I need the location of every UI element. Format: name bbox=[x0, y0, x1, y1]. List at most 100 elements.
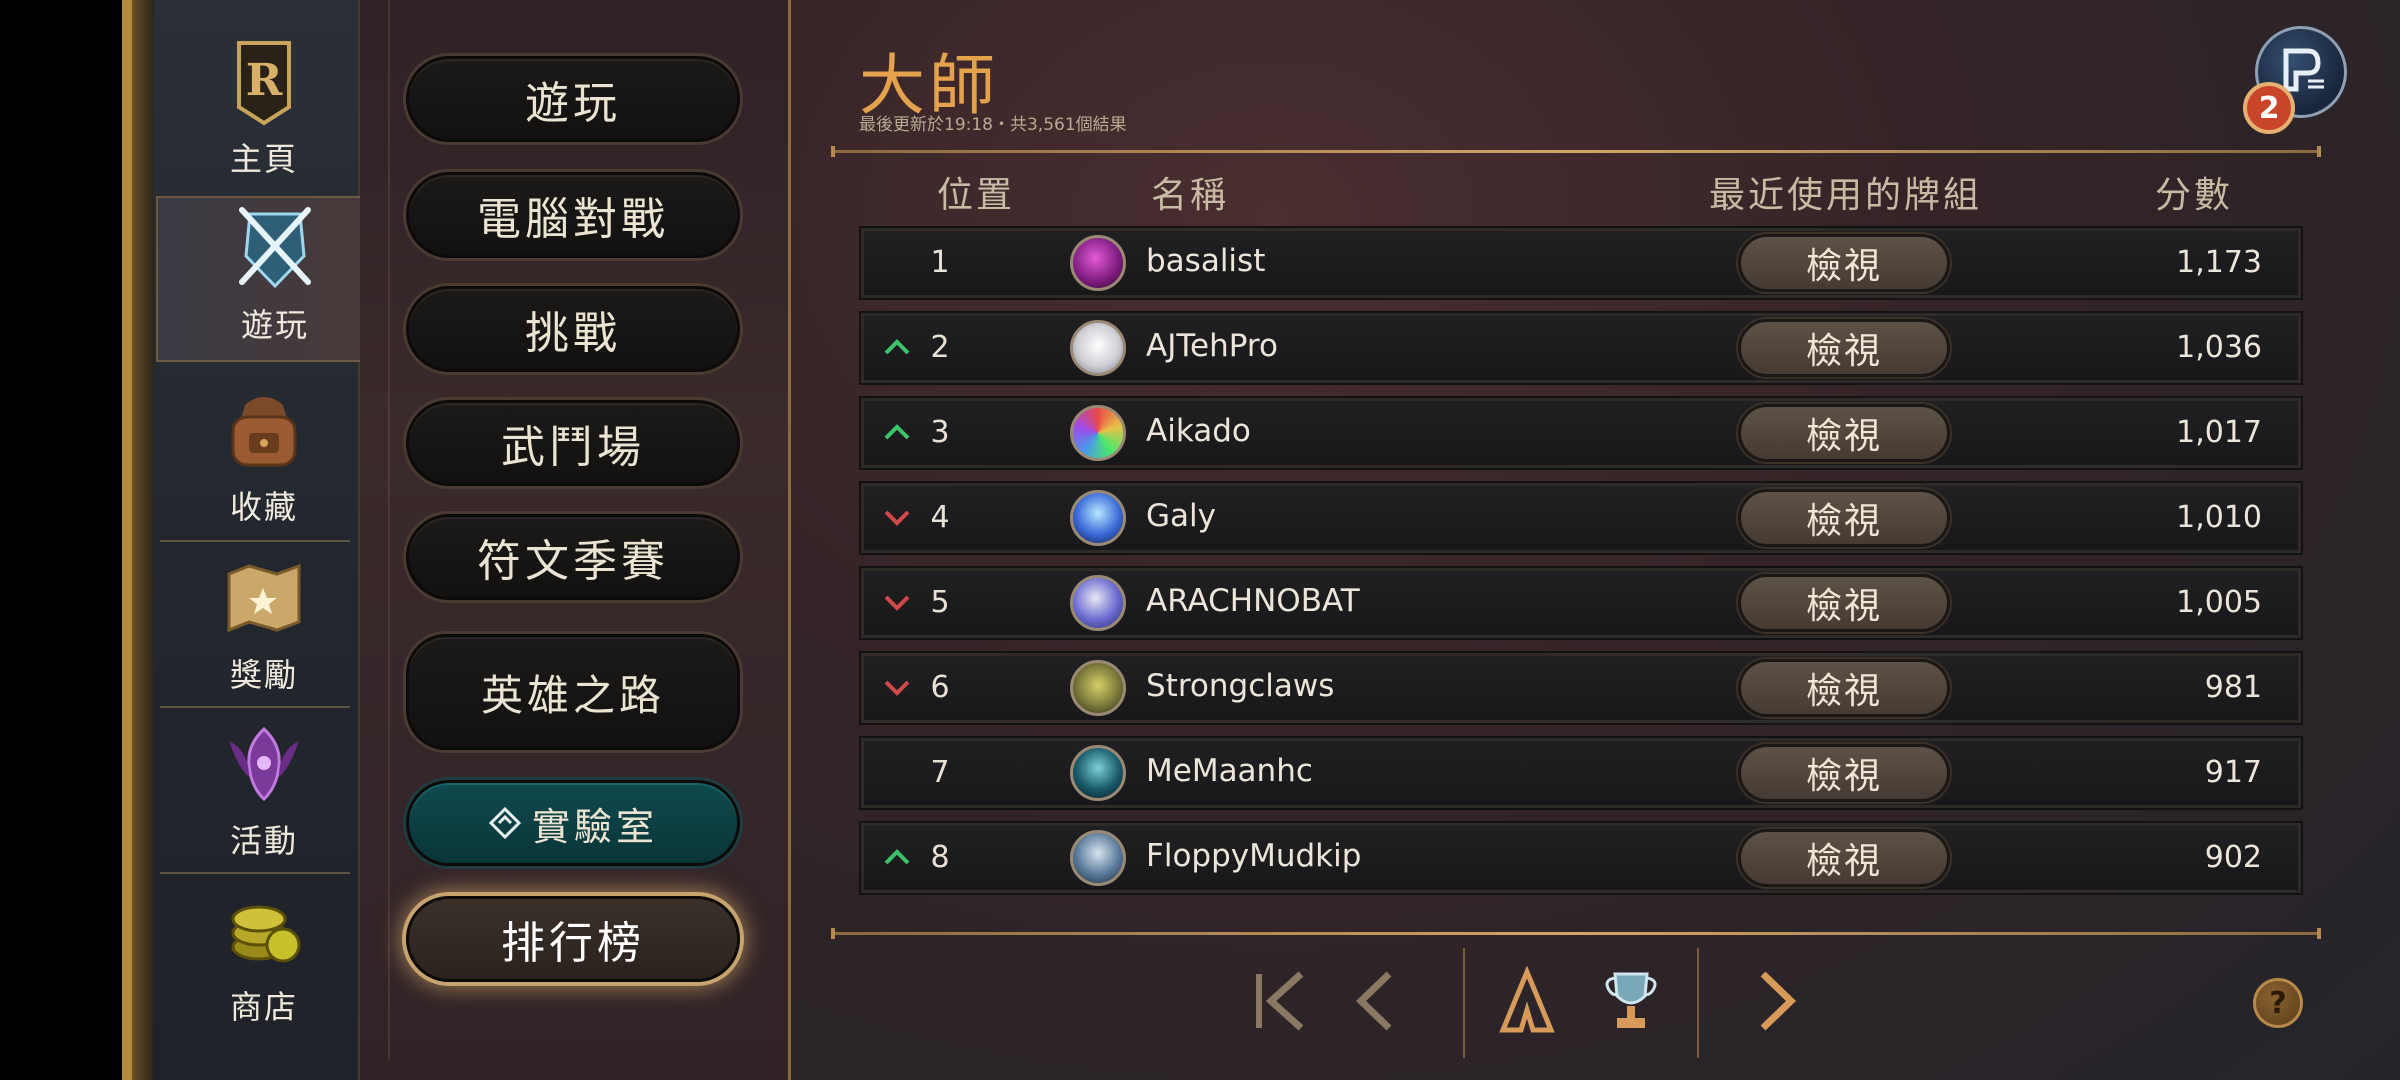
row-position: 7 bbox=[930, 755, 950, 790]
player-score: 1,173 bbox=[2176, 245, 2262, 280]
player-name: FloppyMudkip bbox=[1146, 838, 1362, 874]
first-page-icon[interactable] bbox=[1251, 966, 1311, 1040]
view-deck-button[interactable]: 檢視 bbox=[1738, 744, 1950, 802]
menu-lab-label: 實驗室 bbox=[531, 804, 658, 849]
menu-gauntlet-button[interactable]: 武鬥場 bbox=[406, 400, 740, 486]
player-name: Strongclaws bbox=[1146, 668, 1335, 704]
rank-down-icon bbox=[882, 587, 912, 617]
view-deck-button[interactable]: 檢視 bbox=[1738, 404, 1950, 462]
view-deck-button[interactable]: 檢視 bbox=[1738, 659, 1950, 717]
coins-icon bbox=[214, 882, 314, 978]
nav-label: 主頁 bbox=[229, 140, 298, 178]
player-score: 1,010 bbox=[2176, 500, 2262, 535]
nav-item-rewards[interactable]: 獎勵 bbox=[158, 544, 370, 710]
player-score: 1,017 bbox=[2176, 415, 2262, 450]
view-deck-button[interactable]: 檢視 bbox=[1738, 829, 1950, 887]
svg-text:R: R bbox=[246, 55, 283, 106]
menu-play-button[interactable]: 遊玩 bbox=[406, 56, 740, 142]
player-name: basalist bbox=[1146, 243, 1266, 279]
backpack-icon bbox=[214, 382, 314, 478]
runeterra-logo-icon: R bbox=[214, 34, 314, 130]
menu-challenge-button[interactable]: 挑戰 bbox=[406, 286, 740, 372]
player-name: MeMaanhc bbox=[1146, 753, 1313, 789]
menu-leaderboard-button[interactable]: 排行榜 bbox=[406, 896, 740, 982]
trophy-icon[interactable] bbox=[1601, 966, 1661, 1040]
lab-flask-icon bbox=[488, 806, 522, 840]
divider bbox=[831, 146, 2321, 157]
divider bbox=[160, 706, 350, 708]
table-row: 6 Strongclaws 檢視 981 bbox=[861, 653, 2301, 723]
rank-up-icon bbox=[882, 842, 912, 872]
row-position: 3 bbox=[930, 415, 950, 450]
divider bbox=[831, 928, 2321, 939]
player-name: AJTehPro bbox=[1146, 328, 1278, 364]
view-deck-button[interactable]: 檢視 bbox=[1738, 319, 1950, 377]
player-score: 1,005 bbox=[2176, 585, 2262, 620]
next-page-icon[interactable] bbox=[1757, 966, 1801, 1040]
table-row: 1 basalist 檢視 1,173 bbox=[861, 228, 2301, 298]
avatar bbox=[1070, 660, 1126, 716]
menu-lab-button[interactable]: 實驗室 bbox=[406, 780, 740, 866]
view-deck-button[interactable]: 檢視 bbox=[1738, 574, 1950, 632]
avatar bbox=[1070, 575, 1126, 631]
play-submenu: 遊玩 電腦對戰 挑戰 武鬥場 符文季賽 英雄之路 實驗室 排行榜 bbox=[360, 0, 788, 1080]
divider bbox=[160, 540, 350, 542]
menu-path-of-champions-button[interactable]: 英雄之路 bbox=[406, 634, 740, 750]
avatar bbox=[1070, 830, 1126, 886]
table-row: 8 FloppyMudkip 檢視 902 bbox=[861, 823, 2301, 893]
table-row: 2 AJTehPro 檢視 1,036 bbox=[861, 313, 2301, 383]
results-summary: 最後更新於19:18・共3,561個結果 bbox=[859, 115, 1127, 135]
help-button[interactable]: ? bbox=[2253, 978, 2303, 1028]
view-deck-button[interactable]: 檢視 bbox=[1738, 234, 1950, 292]
player-score: 981 bbox=[2204, 670, 2262, 705]
previous-page-icon[interactable] bbox=[1351, 966, 1395, 1040]
divider bbox=[1697, 948, 1699, 1058]
nav-item-events[interactable]: 活動 bbox=[158, 710, 370, 876]
column-header-position: 位置 bbox=[937, 175, 1016, 216]
event-emblem-icon bbox=[214, 716, 314, 812]
nav-label: 商店 bbox=[229, 988, 298, 1026]
avatar bbox=[1070, 320, 1126, 376]
row-position: 4 bbox=[930, 500, 950, 535]
player-name: Galy bbox=[1146, 498, 1216, 534]
player-name: Aikado bbox=[1146, 413, 1251, 449]
row-position: 6 bbox=[930, 670, 950, 705]
nav-item-store[interactable]: 商店 bbox=[158, 876, 370, 1042]
row-position: 8 bbox=[930, 840, 950, 875]
nav-label: 獎勵 bbox=[229, 656, 298, 694]
map-scroll-icon bbox=[214, 550, 314, 646]
player-score: 1,036 bbox=[2176, 330, 2262, 365]
nav-item-play[interactable]: 遊玩 bbox=[156, 196, 392, 362]
player-name: ARACHNOBAT bbox=[1146, 583, 1360, 619]
nav-label: 活動 bbox=[229, 822, 298, 860]
rank-up-icon bbox=[882, 417, 912, 447]
column-header-deck: 最近使用的牌組 bbox=[1709, 175, 1983, 216]
table-row: 4 Galy 檢視 1,010 bbox=[861, 483, 2301, 553]
leaderboard-panel: 大師 最後更新於19:18・共3,561個結果 2 位置 名稱 最近使用的牌組 … bbox=[788, 0, 2400, 1080]
region-filter-icon[interactable] bbox=[1497, 965, 1557, 1040]
table-row: 3 Aikado 檢視 1,017 bbox=[861, 398, 2301, 468]
column-header-name: 名稱 bbox=[1151, 175, 1230, 216]
nav-item-collection[interactable]: 收藏 bbox=[158, 376, 370, 542]
view-deck-button[interactable]: 檢視 bbox=[1738, 489, 1950, 547]
row-position: 5 bbox=[930, 585, 950, 620]
menu-rune-season-button[interactable]: 符文季賽 bbox=[406, 514, 740, 600]
rank-down-icon bbox=[882, 502, 912, 532]
table-row: 7 MeMaanhc 檢視 917 bbox=[861, 738, 2301, 808]
table-row: 5 ARACHNOBAT 檢視 1,005 bbox=[861, 568, 2301, 638]
divider bbox=[1463, 948, 1465, 1058]
notification-badge: 2 bbox=[2243, 82, 2295, 134]
main-nav: R 主頁 遊玩 收藏 獎勵 活動 商店 bbox=[122, 0, 392, 1080]
player-score: 902 bbox=[2204, 840, 2262, 875]
player-score: 917 bbox=[2204, 755, 2262, 790]
column-header-score: 分數 bbox=[2155, 175, 2234, 216]
avatar bbox=[1070, 235, 1126, 291]
rank-down-icon bbox=[882, 672, 912, 702]
divider bbox=[160, 872, 350, 874]
row-position: 1 bbox=[930, 245, 950, 280]
crossed-swords-icon bbox=[225, 200, 325, 296]
menu-vs-ai-button[interactable]: 電腦對戰 bbox=[406, 172, 740, 258]
nav-label: 遊玩 bbox=[240, 306, 309, 344]
row-position: 2 bbox=[930, 330, 950, 365]
nav-item-home[interactable]: R 主頁 bbox=[158, 28, 370, 194]
